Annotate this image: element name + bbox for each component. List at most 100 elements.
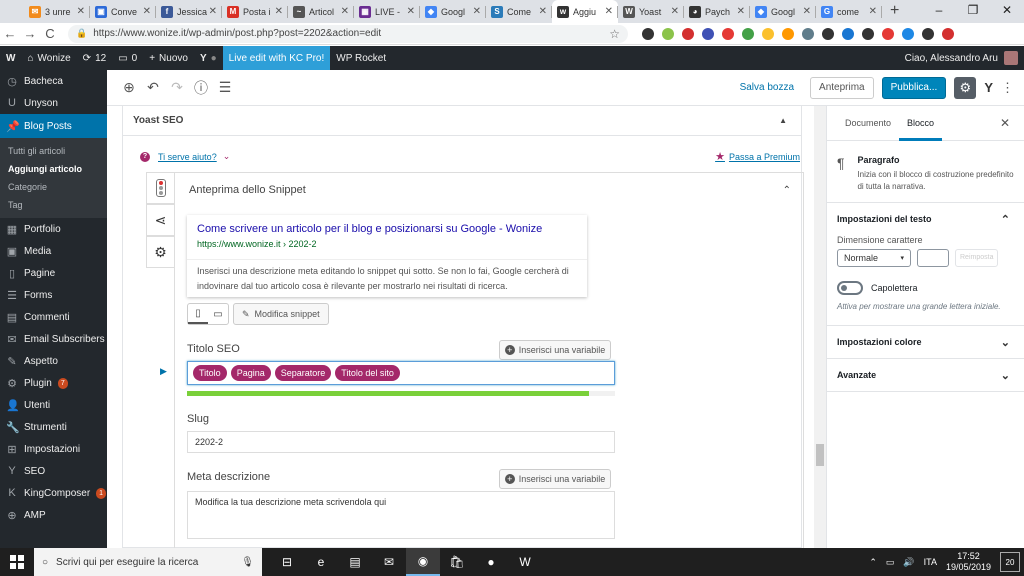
chevron-up-icon[interactable]: ⌃ <box>783 185 791 196</box>
snippet-variable-pill[interactable]: Pagina <box>230 365 271 381</box>
file-explorer-icon[interactable]: ▤ <box>338 548 372 576</box>
edge-icon[interactable]: e <box>304 548 338 576</box>
browser-tab[interactable]: w Aggiu ✕ <box>552 0 618 23</box>
bookmark-star-icon[interactable]: ☆ <box>609 27 620 41</box>
close-window-button[interactable]: ✕ <box>990 0 1024 22</box>
close-tab-icon[interactable]: ✕ <box>209 6 217 17</box>
extension-icon[interactable] <box>862 27 874 40</box>
extension-icon[interactable] <box>882 27 894 40</box>
slug-input[interactable]: 2202-2 <box>187 431 615 453</box>
yoast-sidebar-icon[interactable]: Y <box>984 80 993 95</box>
settings-gear-icon[interactable]: ⚙ <box>954 76 977 99</box>
undo-icon[interactable]: ↶ <box>141 79 165 96</box>
new-tab-button[interactable]: + <box>882 0 907 23</box>
font-size-select[interactable]: Normale ▾ <box>837 249 911 267</box>
browser-tab[interactable]: ◆ Googl ✕ <box>750 0 816 23</box>
snippet-variable-pill[interactable]: Titolo <box>193 365 227 381</box>
battery-icon[interactable]: ▭ <box>886 557 895 568</box>
menu-item-utenti[interactable]: 👤 Utenti <box>0 394 107 416</box>
text-settings-toggle[interactable]: Impostazioni del testo ⌃ <box>827 203 1024 235</box>
back-button[interactable]: ← <box>0 26 20 41</box>
close-tab-icon[interactable]: ✕ <box>737 6 745 17</box>
account-menu[interactable]: Ciao, Alessandro Aru <box>905 51 1024 65</box>
browser-tab[interactable]: Gcome ✕ <box>816 0 882 23</box>
wp-rocket-button[interactable]: WP Rocket <box>330 46 392 70</box>
add-block-icon[interactable]: ⊕ <box>117 79 141 96</box>
clock[interactable]: 17:52 19/05/2019 <box>946 551 991 573</box>
snippet-variable-pill[interactable]: Separatore <box>274 365 332 381</box>
custom-font-size-input[interactable] <box>917 249 949 267</box>
close-tab-icon[interactable]: ✕ <box>473 6 481 17</box>
chrome-icon[interactable]: ◉ <box>406 548 440 576</box>
browser-tab[interactable]: ◕ Paych ✕ <box>684 0 750 23</box>
block-navigation-icon[interactable]: ☰ <box>213 79 237 96</box>
serp-preview[interactable]: Come scrivere un articolo per il blog e … <box>187 215 587 297</box>
seo-title-input[interactable]: Titolo Pagina Separatore Titolo del sito <box>187 361 615 385</box>
scrollbar-thumb[interactable] <box>816 444 824 466</box>
extension-icon[interactable] <box>782 27 794 40</box>
menu-item-forms[interactable]: ☰ Forms <box>0 284 107 306</box>
mail-icon[interactable]: ✉ <box>372 548 406 576</box>
minimize-button[interactable]: – <box>922 0 956 22</box>
social-tab[interactable]: ⋖ <box>146 204 174 236</box>
reload-button[interactable]: C <box>40 26 60 41</box>
close-tab-icon[interactable]: ✕ <box>869 6 877 17</box>
extension-icon[interactable] <box>922 27 934 40</box>
premium-link[interactable]: ★ Passa a Premium <box>715 150 800 163</box>
browser-tab[interactable]: f Jessica ✕ <box>156 0 222 23</box>
menu-item-unyson[interactable]: U Unyson <box>0 92 107 114</box>
browser-tab[interactable]: ◆ Googl ✕ <box>420 0 486 23</box>
save-draft-button[interactable]: Salva bozza <box>740 82 794 93</box>
extension-icon[interactable] <box>942 27 954 40</box>
tab-document[interactable]: Documento <box>837 106 899 141</box>
menu-item-media[interactable]: ▣ Media <box>0 240 107 262</box>
submenu-item[interactable]: Aggiungi articolo <box>0 160 107 178</box>
color-settings-toggle[interactable]: Impostazioni colore ⌄ <box>827 326 1024 358</box>
menu-item-amp[interactable]: ⊕ AMP <box>0 504 107 526</box>
menu-item-blog-posts[interactable]: 📌 Blog Posts <box>0 114 107 138</box>
browser-tab[interactable]: ~ Articol ✕ <box>288 0 354 23</box>
browser-tab[interactable]: ✉ 3 unre ✕ <box>24 0 90 23</box>
word-icon[interactable]: W <box>508 548 542 576</box>
yoast-metabox-header[interactable]: Yoast SEO ▲ <box>123 106 801 136</box>
extension-icon[interactable] <box>822 27 834 40</box>
extension-icon[interactable] <box>842 27 854 40</box>
close-tab-icon[interactable]: ✕ <box>77 6 85 17</box>
start-button[interactable] <box>0 548 34 576</box>
menu-item-email-subscribers[interactable]: ✉ Email Subscribers <box>0 328 107 350</box>
menu-item-pagine[interactable]: ▯ Pagine <box>0 262 107 284</box>
kc-live-edit-button[interactable]: Live edit with KC Pro! <box>222 46 331 70</box>
menu-item-kingcomposer[interactable]: K KingComposer 1 <box>0 482 107 504</box>
menu-item-aspetto[interactable]: ✎ Aspetto <box>0 350 107 372</box>
extension-icon[interactable] <box>682 27 694 40</box>
publish-button[interactable]: Pubblica... <box>881 76 947 99</box>
close-tab-icon[interactable]: ✕ <box>341 6 349 17</box>
browser-tab[interactable]: W Yoast ✕ <box>618 0 684 23</box>
address-bar[interactable]: 🔒 https://www.wonize.it/wp-admin/post.ph… <box>68 24 628 43</box>
close-icon[interactable]: ✕ <box>1000 116 1010 130</box>
task-view-icon[interactable]: ⊟ <box>270 548 304 576</box>
extension-icon[interactable] <box>902 27 914 40</box>
notifications-button[interactable]: 20 <box>1000 552 1020 572</box>
maximize-button[interactable]: ❐ <box>956 0 990 22</box>
collapse-icon[interactable]: ▲ <box>779 116 787 125</box>
menu-item-commenti[interactable]: ▤ Commenti <box>0 306 107 328</box>
preview-button[interactable]: Anteprima <box>810 76 874 99</box>
mobile-icon[interactable]: ▯ <box>188 304 208 324</box>
tray-overflow-icon[interactable]: ⌃ <box>869 557 877 568</box>
store-icon[interactable]: 🛍 <box>440 548 474 576</box>
chevron-down-icon[interactable]: ⌄ <box>223 151 231 162</box>
yoast-adminbar-button[interactable]: Y ● <box>194 46 223 70</box>
spotify-icon[interactable]: ● <box>474 548 508 576</box>
snippet-preview-header[interactable]: Anteprima dello Snippet ⌃ <box>175 173 803 207</box>
taskbar-search[interactable]: ○ Scrivi qui per eseguire la ricerca 🎙 <box>34 548 262 576</box>
close-tab-icon[interactable]: ✕ <box>407 6 415 17</box>
extension-icon[interactable] <box>762 27 774 40</box>
insert-variable-title-button[interactable]: + Inserisci una variabile <box>499 340 611 360</box>
extension-icon[interactable] <box>662 27 674 40</box>
dropcap-toggle[interactable] <box>837 281 863 295</box>
edit-snippet-button[interactable]: ✎ Modifica snippet <box>233 303 329 325</box>
extension-icon[interactable] <box>642 27 654 40</box>
menu-item-portfolio[interactable]: ▦ Portfolio <box>0 218 107 240</box>
redo-icon[interactable]: ↷ <box>165 79 189 96</box>
